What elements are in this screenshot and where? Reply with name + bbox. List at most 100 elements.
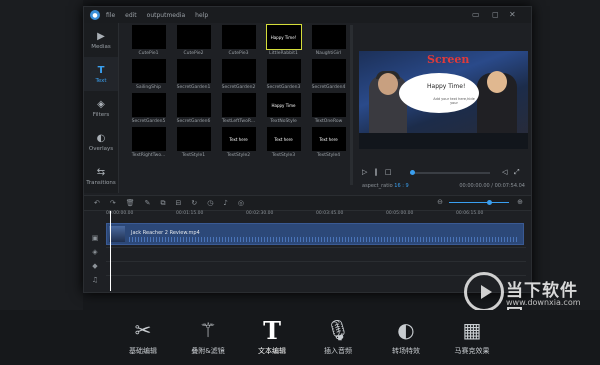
template-thumbnail[interactable]: Text here xyxy=(311,127,346,151)
video-clip[interactable]: Jack Reacher 2 Review.mp4 xyxy=(106,223,524,245)
ruler-tick: 00:03:45.00 xyxy=(316,211,344,216)
library-scrollbar[interactable] xyxy=(350,25,353,185)
timeline-ruler[interactable]: 00:00:00.00 00:01:15.00 00:02:30.00 00:0… xyxy=(106,211,526,221)
sidebar-item-transitions[interactable]: ⇆ Transitions xyxy=(84,159,118,193)
zoom-knob[interactable] xyxy=(487,200,492,205)
overlays-icon: ◐ xyxy=(96,132,106,144)
template-tile[interactable]: CutePie1 xyxy=(126,25,171,59)
template-thumbnail[interactable]: Happy Time xyxy=(266,93,301,117)
clip-name: Jack Reacher 2 Review.mp4 xyxy=(131,230,200,236)
template-tile[interactable]: SecretGarden6 xyxy=(171,93,216,127)
template-tile[interactable]: Text here TextStyle4 xyxy=(306,127,351,161)
template-label: SailingShip xyxy=(136,85,161,90)
template-thumbnail[interactable] xyxy=(176,25,211,49)
playback-progress[interactable] xyxy=(410,170,490,175)
template-tile[interactable]: Happy Time TextNoStyle xyxy=(261,93,306,127)
audio-icon[interactable]: ♪ xyxy=(223,199,227,207)
sidebar-item-overlays[interactable]: ◐ Overlays xyxy=(84,125,118,159)
template-tile[interactable]: Text here TextStyle3 xyxy=(261,127,306,161)
menu-file[interactable]: file xyxy=(106,12,115,19)
template-thumbnail[interactable] xyxy=(221,25,256,49)
zoom-slider[interactable] xyxy=(449,200,509,205)
screen-sign: Screen xyxy=(427,53,470,66)
template-thumbnail[interactable]: Text here xyxy=(221,127,256,151)
template-thumbnail[interactable]: Happy Time! xyxy=(265,24,302,50)
play-icon[interactable]: ▷ xyxy=(362,168,367,176)
template-tile[interactable]: SecretGarden5 xyxy=(126,93,171,127)
template-label: SecretGarden2 xyxy=(221,85,256,90)
rotate-icon[interactable]: ↻ xyxy=(191,199,197,207)
fullscreen-icon[interactable]: ⤢ xyxy=(514,168,520,177)
feature-mosaic[interactable]: ▦ 马赛克效果 xyxy=(432,316,512,356)
template-tile[interactable]: SecretGarden4 xyxy=(306,59,351,93)
template-thumbnail[interactable] xyxy=(221,93,256,117)
template-thumbnail[interactable] xyxy=(131,25,166,49)
pip-track-icon[interactable]: ◈ xyxy=(88,245,102,259)
template-tile[interactable]: CutePie3 xyxy=(216,25,261,59)
sidebar-item-text[interactable]: T Text xyxy=(84,57,118,91)
template-label: CutePie2 xyxy=(183,51,204,56)
aspect-ratio-value[interactable]: 16 : 9 xyxy=(394,183,408,189)
delete-icon[interactable]: 🗑 xyxy=(126,199,135,207)
video-track-icon[interactable]: ▣ xyxy=(88,231,102,245)
feedback-icon[interactable]: ▭ xyxy=(472,10,480,19)
volume-icon[interactable]: ◁ xyxy=(502,168,507,176)
template-tile[interactable]: SecretGarden2 xyxy=(216,59,261,93)
music-track-icon[interactable]: ♫ xyxy=(88,273,102,287)
template-thumbnail[interactable] xyxy=(176,127,211,151)
template-thumbnail[interactable] xyxy=(266,59,301,83)
ruler-tick: 00:05:00.00 xyxy=(386,211,414,216)
sidebar-item-label: Overlays xyxy=(88,145,114,152)
template-tile[interactable]: Text here TextStyle2 xyxy=(216,127,261,161)
text-icon: T xyxy=(97,64,105,76)
template-label: CutePie1 xyxy=(138,51,159,56)
pause-icon[interactable]: ‖ xyxy=(374,168,378,176)
menu-help[interactable]: help xyxy=(195,12,208,19)
redo-icon[interactable]: ↷ xyxy=(110,199,116,207)
template-thumbnail[interactable] xyxy=(311,59,346,83)
template-thumbnail[interactable] xyxy=(176,93,211,117)
split-icon[interactable]: ⊟ xyxy=(176,199,182,207)
template-thumbnail[interactable] xyxy=(131,93,166,117)
zoom-out-icon[interactable]: ⊖ xyxy=(437,198,443,206)
text-bubble-overlay[interactable]: Happy Time! Add your text here,hide your xyxy=(399,73,479,113)
text-track-icon[interactable]: ◆ xyxy=(88,259,102,273)
template-label: SecretGarden4 xyxy=(311,85,346,90)
clip-thumbnail xyxy=(109,226,125,242)
template-tile[interactable]: SecretGarden3 xyxy=(261,59,306,93)
close-icon[interactable]: ✕ xyxy=(509,10,516,19)
template-tile[interactable]: Happy Time! LittleRabbit1 xyxy=(261,24,306,59)
feature-bar: ✂ 基础编辑 ⚚ 叠附&滤镜 T 文本编辑 🎙 插入音频 ◐ 转场特效 ▦ 马赛… xyxy=(0,310,600,365)
template-tile[interactable]: TextOneRow xyxy=(306,93,351,127)
template-thumbnail[interactable] xyxy=(176,59,211,83)
template-tile[interactable]: TextStyle1 xyxy=(171,127,216,161)
template-tile[interactable]: SecretGarden1 xyxy=(171,59,216,93)
sidebar-item-medias[interactable]: ▶ Medias xyxy=(84,23,118,57)
menu-outputmedia[interactable]: outputmedia xyxy=(147,12,185,19)
editor-window: ● file edit outputmedia help ▭ ◻ ✕ ▶ Med… xyxy=(83,6,532,293)
undo-icon[interactable]: ↶ xyxy=(94,199,100,207)
template-thumbnail[interactable] xyxy=(311,93,346,117)
template-thumbnail[interactable] xyxy=(311,25,346,49)
progress-knob[interactable] xyxy=(410,170,415,175)
template-thumbnail[interactable] xyxy=(131,59,166,83)
restore-icon[interactable]: ◻ xyxy=(492,10,499,19)
menu-edit[interactable]: edit xyxy=(125,12,137,19)
template-tile[interactable]: CutePie2 xyxy=(171,25,216,59)
stop-icon[interactable]: □ xyxy=(385,168,392,176)
template-thumbnail[interactable] xyxy=(131,127,166,151)
template-thumbnail[interactable]: Text here xyxy=(266,127,301,151)
template-tile[interactable]: SailingShip xyxy=(126,59,171,93)
template-tile[interactable]: NaughtiGirl xyxy=(306,25,351,59)
speed-icon[interactable]: ◷ xyxy=(207,199,213,207)
playhead[interactable] xyxy=(110,211,111,291)
marker-icon[interactable]: ◎ xyxy=(238,199,244,207)
template-thumbnail[interactable] xyxy=(221,59,256,83)
crop-icon[interactable]: ⧉ xyxy=(161,199,166,208)
template-tile[interactable]: TextRightTwo... xyxy=(126,127,171,161)
template-tile[interactable]: TextLeftTwoR... xyxy=(216,93,261,127)
edit-icon[interactable]: ✎ xyxy=(145,199,151,207)
zoom-in-icon[interactable]: ⊕ xyxy=(517,198,523,206)
sidebar-item-filters[interactable]: ◈ Filters xyxy=(84,91,118,125)
video-preview[interactable]: Screen Happy Time! Add your text here,hi… xyxy=(359,51,528,149)
